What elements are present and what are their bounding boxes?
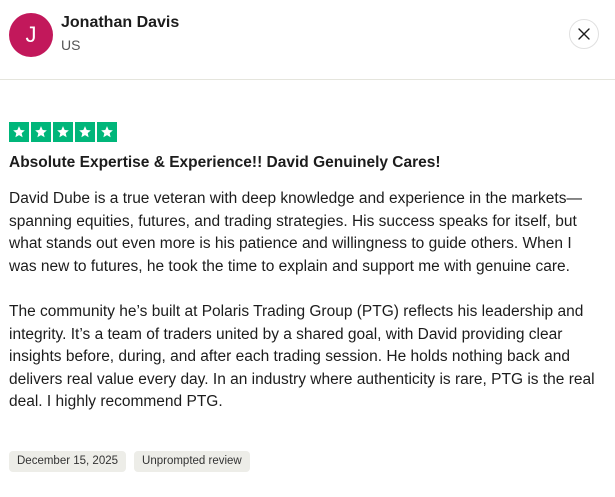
review-header: J Jonathan Davis US <box>0 0 615 80</box>
review-tags: December 15, 2025 Unprompted review <box>9 451 250 472</box>
avatar-initial: J <box>25 22 37 47</box>
review-title: Absolute Expertise & Experience!! David … <box>9 154 441 171</box>
reviewer-country: US <box>61 37 81 53</box>
star-icon <box>75 122 95 142</box>
star-icon <box>31 122 51 142</box>
close-button[interactable] <box>569 19 599 49</box>
review-paragraph: David Dube is a true veteran with deep k… <box>9 190 582 275</box>
star-rating <box>9 122 117 142</box>
review-date: December 15, 2025 <box>9 451 127 472</box>
star-icon <box>53 122 73 142</box>
close-icon <box>578 28 590 40</box>
review-source-badge: Unprompted review <box>134 451 250 472</box>
avatar: J <box>9 13 53 57</box>
reviewer-name[interactable]: Jonathan Davis <box>61 13 179 33</box>
review-body: David Dube is a true veteran with deep k… <box>9 188 601 437</box>
star-icon <box>9 122 29 142</box>
review-paragraph: The community he’s built at Polaris Trad… <box>9 302 595 411</box>
star-icon <box>97 122 117 142</box>
